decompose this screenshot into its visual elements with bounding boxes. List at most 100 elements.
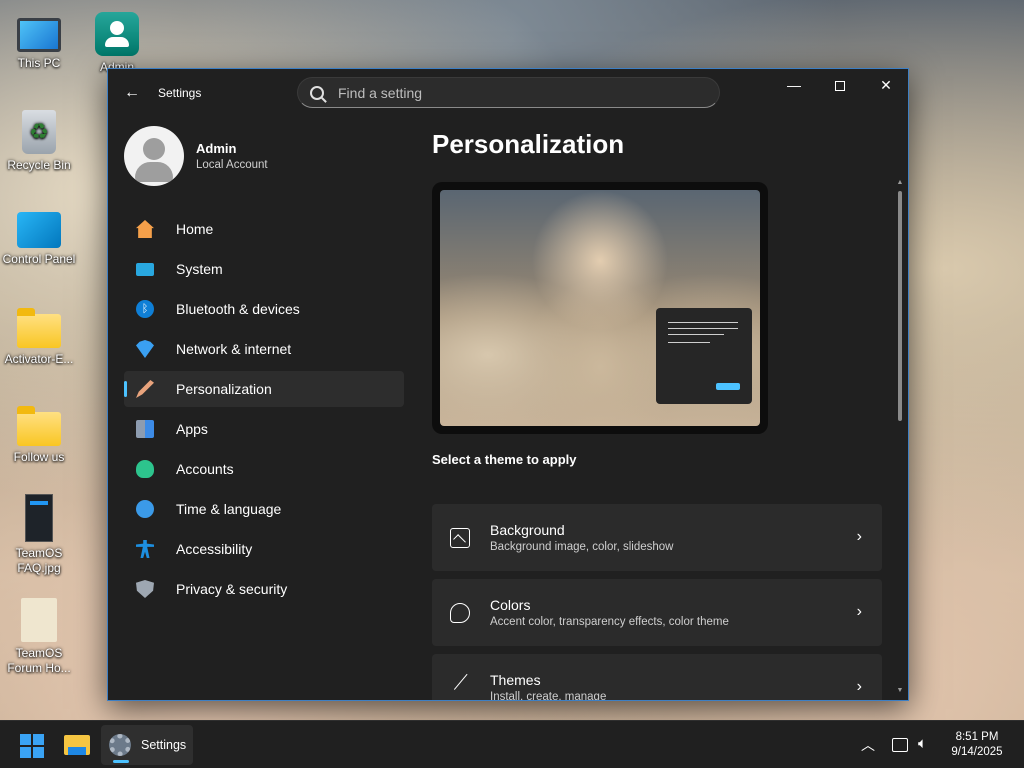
gear-icon xyxy=(109,734,131,756)
desktop-icon-label: This PC xyxy=(17,56,61,70)
close-button[interactable]: ✕ xyxy=(863,69,908,101)
windows-logo-icon xyxy=(20,734,31,745)
desktop-icon-label: Follow us xyxy=(13,450,65,464)
file-explorer-icon[interactable] xyxy=(64,735,90,755)
sidebar-item-label: Network & internet xyxy=(176,341,292,357)
sidebar-item-label: Home xyxy=(176,221,214,237)
card-title: Background xyxy=(490,522,565,538)
show-hidden-icons-button[interactable]: ︿ xyxy=(861,735,875,755)
user-profile[interactable]: Admin Local Account xyxy=(124,126,268,186)
desktop-icon-activator[interactable]: Activator-E... xyxy=(0,306,78,367)
sidebar-item-label: Privacy & security xyxy=(176,581,288,597)
maximize-icon xyxy=(835,81,845,92)
user-folder-icon xyxy=(95,12,139,56)
monitor-icon xyxy=(17,18,61,52)
system-monitor-icon xyxy=(136,262,154,276)
maximize-button[interactable] xyxy=(817,69,863,101)
main-content: Personalization Select a theme to apply … xyxy=(432,117,886,701)
image-file-icon xyxy=(25,494,53,542)
image-icon xyxy=(450,528,470,548)
sidebar-item-system[interactable]: System xyxy=(124,251,404,287)
desktop-icon-this-pc[interactable]: This PC xyxy=(0,12,78,71)
palette-icon xyxy=(450,603,470,623)
network-status-icon[interactable] xyxy=(892,738,908,752)
desktop-icon-label: TeamOS Forum Ho... xyxy=(7,646,71,675)
clock-date: 9/14/2025 xyxy=(951,746,1003,758)
content-scrollbar[interactable]: ▲ ▼ xyxy=(896,179,904,699)
chevron-right-icon: › xyxy=(856,528,862,545)
control-panel-icon xyxy=(17,212,61,248)
desktop-icon-control-panel[interactable]: Control Panel xyxy=(0,208,78,267)
sidebar-item-label: Time & language xyxy=(176,501,282,517)
profile-name: Admin xyxy=(196,141,237,156)
setting-card-themes[interactable]: Themes Install, create, manage › xyxy=(432,654,882,701)
document-icon xyxy=(21,598,57,642)
chevron-right-icon: › xyxy=(856,678,862,695)
desktop-icon-label: Recycle Bin xyxy=(7,158,71,172)
sidebar-item-home[interactable]: Home xyxy=(124,211,404,247)
card-subtitle: Accent color, transparency effects, colo… xyxy=(490,616,729,628)
card-title: Themes xyxy=(490,672,541,688)
desktop-icon-admin[interactable]: Admin xyxy=(78,12,156,75)
bluetooth-icon: ᛒ xyxy=(136,300,154,318)
scroll-up-icon[interactable]: ▲ xyxy=(896,179,904,186)
sidebar-item-label: Bluetooth & devices xyxy=(176,301,300,317)
avatar xyxy=(124,126,184,186)
clock-time: 8:51 PM xyxy=(955,731,999,743)
sidebar-item-network[interactable]: Network & internet xyxy=(124,331,404,367)
settings-window[interactable]: ← Settings — ✕ Admin Local Account Home … xyxy=(107,68,909,701)
back-arrow-icon: ← xyxy=(124,84,140,101)
chevron-right-icon: › xyxy=(856,603,862,620)
close-icon: ✕ xyxy=(880,77,892,93)
taskbar: Settings ︿ 🔈︎ 8:51 PM 9/14/2025 xyxy=(0,720,1024,768)
brush-icon xyxy=(453,673,483,700)
setting-card-colors[interactable]: Colors Accent color, transparency effect… xyxy=(432,579,882,646)
folder-icon xyxy=(17,406,61,446)
start-button[interactable] xyxy=(20,734,44,758)
sidebar-item-privacy[interactable]: Privacy & security xyxy=(124,571,404,607)
profile-subtitle: Local Account xyxy=(196,159,268,171)
sidebar-item-label: Personalization xyxy=(176,381,272,397)
sidebar-item-personalization[interactable]: Personalization xyxy=(124,371,404,407)
theme-preview xyxy=(432,182,768,434)
taskbar-settings-app[interactable]: Settings xyxy=(101,725,193,765)
home-icon xyxy=(136,220,154,238)
desktop-icon-recycle-bin[interactable]: ♻ Recycle Bin xyxy=(0,110,78,173)
app-title: Settings xyxy=(158,86,202,100)
accessibility-icon xyxy=(136,540,154,558)
sidebar-item-bluetooth[interactable]: ᛒ Bluetooth & devices xyxy=(124,291,404,327)
card-title: Colors xyxy=(490,597,531,613)
minimize-icon: — xyxy=(787,77,801,93)
desktop-icon-teamos-faq[interactable]: TeamOS FAQ.jpg xyxy=(0,494,78,576)
sidebar-item-accounts[interactable]: Accounts xyxy=(124,451,404,487)
apps-icon xyxy=(136,420,154,438)
scroll-down-icon[interactable]: ▼ xyxy=(896,687,904,694)
sidebar-item-label: Apps xyxy=(176,421,208,437)
desktop-icon-follow-us[interactable]: Follow us xyxy=(0,404,78,465)
sidebar-nav: Home System ᛒ Bluetooth & devices Networ… xyxy=(124,211,404,611)
system-clock[interactable]: 8:51 PM 9/14/2025 xyxy=(944,730,1010,760)
card-subtitle: Install, create, manage xyxy=(490,691,607,701)
preview-window-sample xyxy=(656,308,752,404)
sidebar-item-label: Accessibility xyxy=(176,541,253,557)
card-subtitle: Background image, color, slideshow xyxy=(490,541,674,553)
desktop-icon-label: TeamOS FAQ.jpg xyxy=(15,546,63,575)
minimize-button[interactable]: — xyxy=(771,69,817,101)
sidebar-item-apps[interactable]: Apps xyxy=(124,411,404,447)
search-input[interactable] xyxy=(338,84,698,101)
volume-icon[interactable]: 🔈︎ xyxy=(918,735,927,752)
sidebar-item-accessibility[interactable]: Accessibility xyxy=(124,531,404,567)
paintbrush-icon xyxy=(136,380,154,398)
scrollbar-thumb[interactable] xyxy=(898,191,902,421)
shield-icon xyxy=(136,580,154,598)
back-button[interactable]: ← xyxy=(118,81,146,105)
setting-card-background[interactable]: Background Background image, color, slid… xyxy=(432,504,882,571)
chevron-up-icon: ︿ xyxy=(861,737,875,753)
desktop-icon-teamos-forum[interactable]: TeamOS Forum Ho... xyxy=(0,598,78,676)
search-box[interactable] xyxy=(297,77,720,108)
desktop-icon-label: Control Panel xyxy=(2,252,76,266)
sidebar-item-time-language[interactable]: Time & language xyxy=(124,491,404,527)
title-bar[interactable]: ← Settings — ✕ xyxy=(108,69,908,117)
globe-clock-icon xyxy=(136,500,154,518)
taskbar-app-label: Settings xyxy=(141,738,187,752)
